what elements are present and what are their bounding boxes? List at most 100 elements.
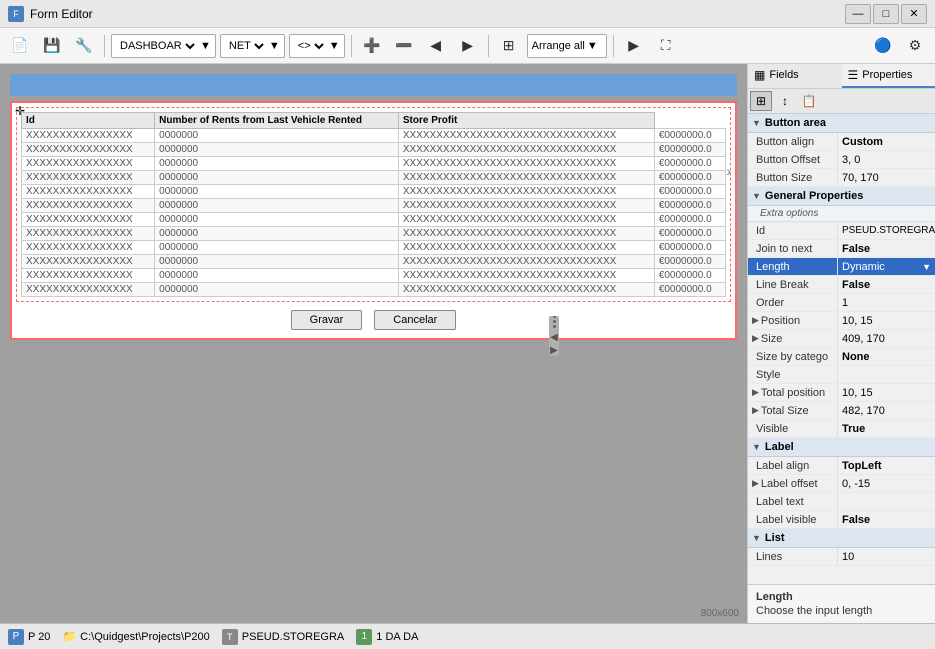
chevron-down-icon: ▼ xyxy=(200,40,211,52)
prop-label: Size by catego xyxy=(748,348,838,365)
expand-arrow-icon: ▶ xyxy=(752,315,759,326)
table-row: XXXXXXXXXXXXXXXX0000000XXXXXXXXXXXXXXXXX… xyxy=(22,255,726,269)
tab-fields[interactable]: ▦ Fields xyxy=(748,64,842,88)
panel-resize-handle[interactable]: ◀ ▶ xyxy=(549,316,559,356)
status-table-text: PSEUD.STOREGRA xyxy=(242,631,345,643)
form-container[interactable]: ✛ Id Number of Rents from Last Vehicle R… xyxy=(10,101,737,340)
prop-value: False xyxy=(838,276,935,293)
cancel-form-button[interactable]: Cancelar xyxy=(374,310,456,330)
remove-icon[interactable]: ➖ xyxy=(390,33,418,59)
dashboard-dropdown[interactable]: DASHBOAR ▼ xyxy=(111,34,216,58)
expand-arrow-icon-3: ▶ xyxy=(752,387,759,398)
new-button[interactable]: 📄 xyxy=(6,33,34,59)
save-form-button[interactable]: Gravar xyxy=(291,310,363,330)
prop-length[interactable]: Length ▼ xyxy=(748,258,935,276)
prop-label: ▶ Label offset xyxy=(748,475,838,492)
prop-label: Button align xyxy=(748,133,838,150)
prop-label-visible: Label visible False xyxy=(748,511,935,529)
status-table: T PSEUD.STOREGRA xyxy=(222,629,345,645)
data-grid: Id Number of Rents from Last Vehicle Ren… xyxy=(21,112,726,297)
table-row: XXXXXXXXXXXXXXXX0000000XXXXXXXXXXXXXXXXX… xyxy=(22,241,726,255)
section-button-area[interactable]: ▼ Button area xyxy=(748,114,935,133)
net-select[interactable]: NET xyxy=(225,39,267,53)
prop-label-offset: ▶ Label offset 0, -15 xyxy=(748,475,935,493)
table-row: XXXXXXXXXXXXXXXX0000000XXXXXXXXXXXXXXXXX… xyxy=(22,129,726,143)
table-row: XXXXXXXXXXXXXXXX0000000XXXXXXXXXXXXXXXXX… xyxy=(22,227,726,241)
table-row: XXXXXXXXXXXXXXXX0000000XXXXXXXXXXXXXXXXX… xyxy=(22,171,726,185)
add-icon[interactable]: ➕ xyxy=(358,33,386,59)
section-button-area-title: Button area xyxy=(765,117,826,129)
section-list[interactable]: ▼ List xyxy=(748,529,935,548)
next-icon[interactable]: ▶ xyxy=(454,33,482,59)
separator-3 xyxy=(488,35,489,57)
window-controls: — □ ✕ xyxy=(845,4,927,24)
tab-properties-label: Properties xyxy=(862,69,912,81)
extra-options-label: Extra options xyxy=(748,206,935,222)
scroll-right-arrow[interactable]: › xyxy=(726,163,731,179)
table-icon: T xyxy=(222,629,238,645)
prop-value: TopLeft xyxy=(838,457,935,474)
prop-value: 482, 170 xyxy=(838,402,935,419)
length-input[interactable] xyxy=(842,261,922,273)
maximize-button[interactable]: □ xyxy=(873,4,899,24)
prop-value: PSEUD.STOREGRA xyxy=(838,222,935,239)
expand-icon[interactable]: ⛶ xyxy=(652,33,680,59)
help-icon[interactable]: 🔵 xyxy=(869,33,897,59)
table-row: XXXXXXXXXXXXXXXX0000000XXXXXXXXXXXXXXXXX… xyxy=(22,283,726,297)
collapse-arrow[interactable]: ◀ xyxy=(550,332,558,343)
collapse-icon: ▼ xyxy=(752,118,761,128)
status-bar: P P 20 📁 C:\Quidgest\Projects\P200 T PSE… xyxy=(0,623,935,649)
bottom-info-panel: Length Choose the input length xyxy=(748,584,935,623)
code-select[interactable]: <> xyxy=(294,39,327,53)
gear-icon[interactable]: ⚙ xyxy=(901,33,929,59)
dashboard-select[interactable]: DASHBOAR xyxy=(116,39,198,53)
form-buttons: Gravar Cancelar xyxy=(16,302,731,334)
settings-toolbar-button[interactable]: 🔧 xyxy=(70,33,98,59)
prop-value xyxy=(838,493,935,510)
grid-view-button[interactable]: ⊞ xyxy=(750,91,772,111)
play-icon[interactable]: ▶ xyxy=(620,33,648,59)
prop-label: Join to next xyxy=(748,240,838,257)
collapse-icon-4: ▼ xyxy=(752,533,761,543)
close-button[interactable]: ✕ xyxy=(901,4,927,24)
separator-1 xyxy=(104,35,105,57)
section-label[interactable]: ▼ Label xyxy=(748,438,935,457)
prop-size: ▶ Size 409, 170 xyxy=(748,330,935,348)
minimize-button[interactable]: — xyxy=(845,4,871,24)
code-dropdown[interactable]: <> ▼ xyxy=(289,34,345,58)
prop-label: Order xyxy=(748,294,838,311)
arrange-label: Arrange all xyxy=(532,40,585,52)
chevron-down-icon-3: ▼ xyxy=(329,40,340,52)
drag-handle[interactable]: ✛ xyxy=(12,103,28,119)
section-general-title: General Properties xyxy=(765,190,863,202)
folder-icon: 📁 xyxy=(62,630,76,643)
prop-label: Button Size xyxy=(748,169,838,186)
prop-label-align: Label align TopLeft xyxy=(748,457,935,475)
sort-button[interactable]: ↕ xyxy=(774,91,796,111)
prev-icon[interactable]: ◀ xyxy=(422,33,450,59)
prop-position: ▶ Position 10, 15 xyxy=(748,312,935,330)
arrange-dropdown[interactable]: Arrange all ▼ xyxy=(527,34,607,58)
table-row: XXXXXXXXXXXXXXXX0000000XXXXXXXXXXXXXXXXX… xyxy=(22,213,726,227)
form-inner: ✛ Id Number of Rents from Last Vehicle R… xyxy=(16,107,731,302)
bottom-info-title: Length xyxy=(756,591,927,603)
chevron-down-icon-5[interactable]: ▼ xyxy=(922,262,931,272)
clipboard-button[interactable]: 📋 xyxy=(798,91,820,111)
tab-properties[interactable]: ☰ Properties xyxy=(842,64,935,88)
col-header-profit: Store Profit xyxy=(398,113,654,129)
section-general-props[interactable]: ▼ General Properties xyxy=(748,187,935,206)
tab-fields-label: Fields xyxy=(769,69,798,81)
status-path-text: C:\Quidgest\Projects\P200 xyxy=(80,631,210,643)
prop-value: Custom xyxy=(838,133,935,150)
canvas-area: ✛ Id Number of Rents from Last Vehicle R… xyxy=(0,64,747,623)
grid-icon[interactable]: ⊞ xyxy=(495,33,523,59)
prop-size-by-categ: Size by catego None xyxy=(748,348,935,366)
prop-value: 10 xyxy=(838,548,935,565)
prop-value: False xyxy=(838,511,935,528)
expand-arrow-handle[interactable]: ▶ xyxy=(550,345,558,356)
length-dropdown[interactable]: ▼ xyxy=(842,261,931,273)
expand-arrow-icon-5: ▶ xyxy=(752,478,759,489)
net-dropdown[interactable]: NET ▼ xyxy=(220,34,285,58)
chevron-down-icon-4: ▼ xyxy=(587,40,598,52)
save-toolbar-button[interactable]: 💾 xyxy=(38,33,66,59)
